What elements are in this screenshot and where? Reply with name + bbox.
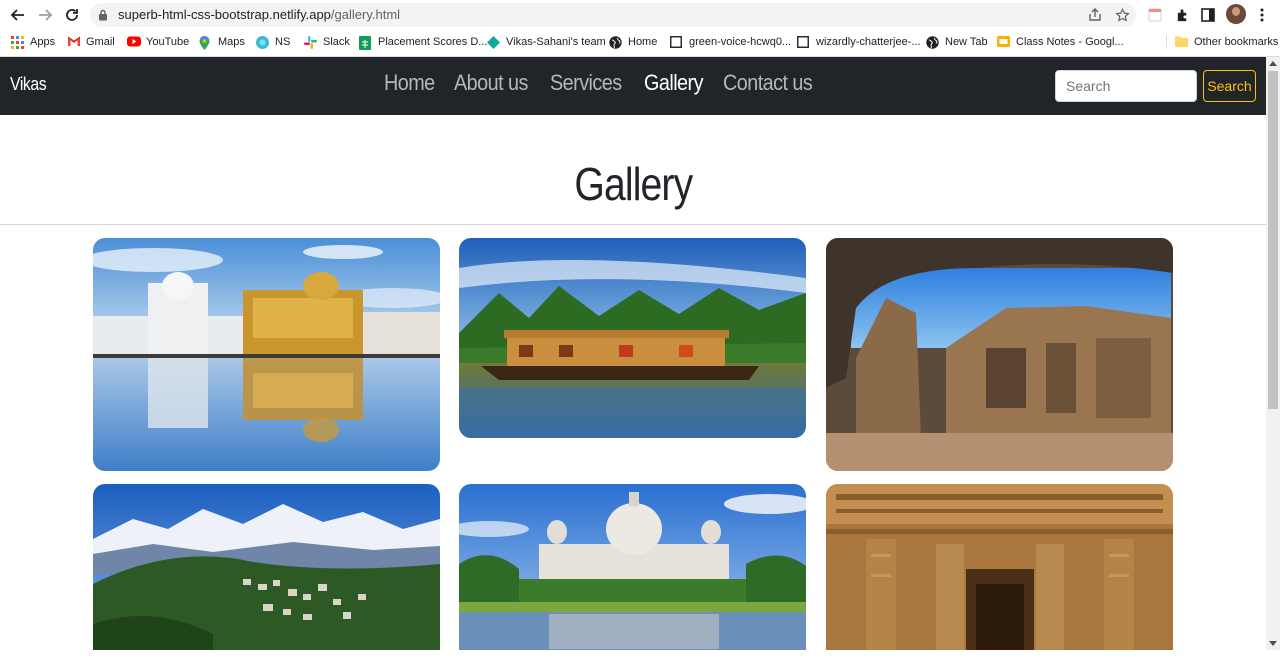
- back-arrow-icon[interactable]: [7, 4, 29, 26]
- bookmark-label: Maps: [218, 36, 245, 48]
- profile-avatar[interactable]: [1226, 4, 1246, 24]
- more-vertical-icon[interactable]: [1252, 5, 1272, 25]
- bookmark-label: NS: [275, 36, 291, 48]
- bookmark-label: Slack: [323, 36, 350, 48]
- globe-icon: [609, 35, 622, 49]
- bookmark-label: New Tab: [945, 36, 988, 48]
- url-text: superb-html-css-bootstrap.netlify.app/ga…: [118, 7, 400, 22]
- darjeeling-hills-image[interactable]: [93, 484, 440, 650]
- nav-contact-us[interactable]: Contact us: [723, 70, 813, 96]
- browser-toolbar: superb-html-css-bootstrap.netlify.app/ga…: [0, 0, 1280, 30]
- url-path: /gallery.html: [330, 7, 401, 22]
- bookmark-vikas-team[interactable]: Vikas-Sahani's team: [487, 33, 606, 51]
- brand-logo[interactable]: Vikas: [10, 74, 47, 95]
- bookmark-youtube[interactable]: YouTube: [127, 33, 189, 51]
- bookmark-label: Vikas-Sahani's team: [506, 36, 606, 48]
- bookmarks-divider: [1166, 35, 1167, 49]
- page-icon: [670, 35, 683, 49]
- slack-icon: [304, 35, 317, 49]
- apps-grid-icon: [11, 35, 24, 49]
- youtube-icon: [127, 36, 141, 49]
- bookmark-label: Class Notes - Googl...: [1016, 36, 1124, 48]
- bookmark-maps[interactable]: Maps: [199, 33, 245, 51]
- victoria-memorial-image[interactable]: [459, 484, 806, 650]
- golden-temple-image[interactable]: [93, 238, 440, 471]
- calendar-extension-icon[interactable]: [1145, 5, 1165, 25]
- ellora-caves-image[interactable]: [826, 238, 1173, 471]
- address-bar[interactable]: superb-html-css-bootstrap.netlify.app/ga…: [90, 3, 1136, 27]
- gmail-icon: [67, 36, 81, 49]
- ns-icon: [256, 35, 269, 49]
- nav-home[interactable]: Home: [384, 70, 435, 96]
- bookmark-wizardly[interactable]: wizardly-chatterjee-...: [797, 33, 921, 51]
- bookmark-label: Other bookmarks: [1194, 36, 1279, 48]
- bookmark-label: Placement Scores D...: [378, 36, 488, 48]
- url-domain: superb-html-css-bootstrap.netlify.app: [118, 7, 331, 22]
- bookmark-label: Apps: [30, 36, 56, 48]
- scroll-thumb[interactable]: [1268, 71, 1278, 409]
- bookmarks-bar: Apps Gmail YouTube Maps NS Slack Placeme…: [0, 30, 1280, 54]
- bookmark-placement-scores[interactable]: Placement Scores D...: [359, 33, 487, 51]
- star-icon[interactable]: [1114, 7, 1130, 23]
- search-input[interactable]: [1055, 70, 1197, 102]
- bookmark-label: Home: [628, 36, 658, 48]
- bookmark-class-notes[interactable]: Class Notes - Googl...: [997, 33, 1124, 51]
- bookmark-home[interactable]: Home: [609, 33, 657, 51]
- bottom-strip: [0, 650, 1280, 670]
- nav-about-us[interactable]: About us: [454, 70, 528, 96]
- bookmark-label: Gmail: [86, 36, 115, 48]
- diamond-icon: [487, 35, 500, 49]
- site-navbar: Vikas Home About us Services Gallery Con…: [0, 57, 1266, 115]
- nav-services[interactable]: Services: [550, 70, 622, 96]
- lock-icon: [98, 8, 108, 26]
- bookmark-green-voice[interactable]: green-voice-hcwq0...: [670, 33, 791, 51]
- nav-links: Home About us Services Gallery Contact u…: [384, 70, 837, 96]
- slides-icon: [997, 35, 1010, 49]
- nav-gallery[interactable]: Gallery: [644, 70, 703, 96]
- side-panel-icon[interactable]: [1198, 5, 1218, 25]
- scroll-up-arrow-icon[interactable]: [1269, 61, 1277, 66]
- folder-icon: [1175, 36, 1188, 49]
- sheets-icon: [359, 35, 372, 50]
- bookmark-label: green-voice-hcwq0...: [689, 36, 792, 48]
- bookmark-new-tab[interactable]: New Tab: [926, 33, 988, 51]
- page-viewport: Vikas Home About us Services Gallery Con…: [0, 57, 1266, 650]
- reload-icon[interactable]: [61, 4, 83, 26]
- vertical-scrollbar[interactable]: [1266, 57, 1280, 650]
- search-button[interactable]: Search: [1203, 70, 1256, 102]
- forward-arrow-icon[interactable]: [34, 4, 56, 26]
- extensions-puzzle-icon[interactable]: [1172, 5, 1192, 25]
- bookmark-label: YouTube: [146, 36, 190, 48]
- scroll-down-arrow-icon[interactable]: [1269, 641, 1277, 646]
- bookmark-apps[interactable]: Apps: [11, 33, 55, 51]
- title-divider: [0, 224, 1266, 225]
- page-icon: [797, 35, 810, 49]
- bookmark-gmail[interactable]: Gmail: [67, 33, 115, 51]
- other-bookmarks-folder[interactable]: Other bookmarks: [1175, 33, 1278, 51]
- globe-icon: [926, 35, 939, 49]
- browser-chrome: superb-html-css-bootstrap.netlify.app/ga…: [0, 0, 1280, 57]
- kerala-houseboat-image[interactable]: [459, 238, 806, 438]
- bookmark-ns[interactable]: NS: [256, 33, 290, 51]
- bookmark-slack[interactable]: Slack: [304, 33, 350, 51]
- bookmark-label: wizardly-chatterjee-...: [816, 36, 921, 48]
- page-title-text: Gallery: [574, 158, 693, 210]
- maps-icon: [199, 35, 212, 50]
- page-title: Gallery: [0, 157, 1266, 211]
- share-icon[interactable]: [1087, 7, 1103, 23]
- stepwell-carving-image[interactable]: [826, 484, 1173, 650]
